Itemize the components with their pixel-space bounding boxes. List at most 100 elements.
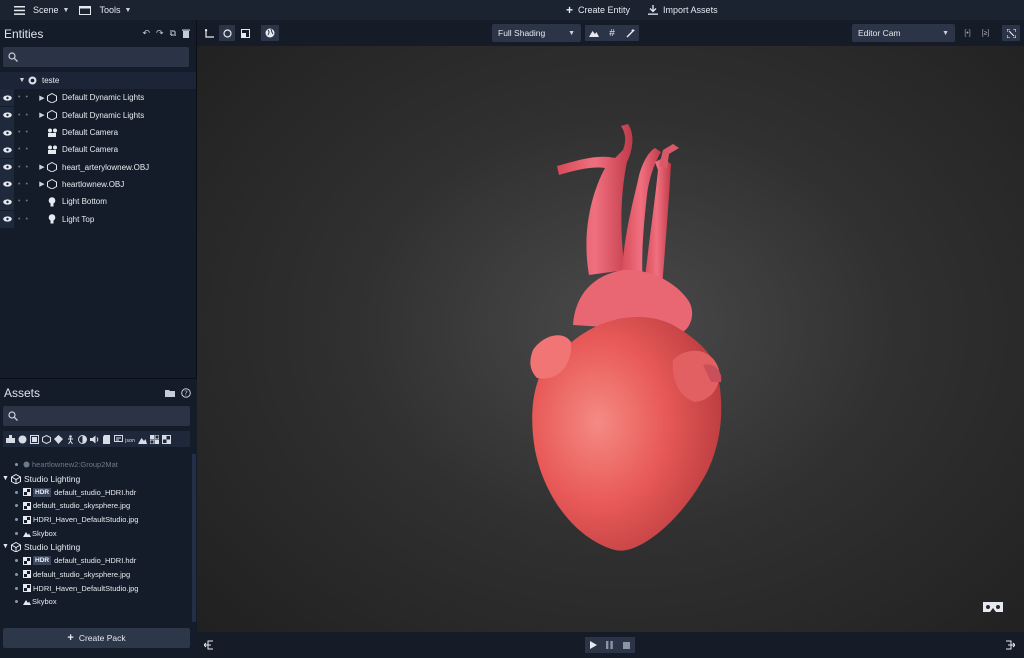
camera-dropdown[interactable]: Editor Cam ▼ <box>852 24 955 42</box>
asset-row[interactable]: HDRI_Haven_DefaultStudio.jpg <box>0 513 192 527</box>
asset-row[interactable]: default_studio_skysphere.jpg <box>0 568 192 582</box>
tree-item[interactable]: •• Light Top <box>0 210 196 228</box>
cubemap-filter-icon[interactable] <box>149 434 159 444</box>
tree-item[interactable]: •• ▶ Default Dynamic Lights <box>0 106 196 124</box>
texture-icon <box>23 584 31 593</box>
frame-all-button[interactable]: [≥] <box>977 25 994 41</box>
translate-tool-button[interactable] <box>201 25 217 41</box>
caret-down-icon[interactable]: ▼ <box>18 77 26 84</box>
stop-icon[interactable] <box>623 641 631 649</box>
frame-selected-button[interactable]: [•] <box>959 25 976 41</box>
tree-indent-guide: •• <box>18 146 33 154</box>
mesh-filter-icon[interactable] <box>41 434 51 444</box>
asset-row[interactable]: Skybox <box>0 526 192 540</box>
fullscreen-button[interactable] <box>1002 25 1020 41</box>
material-filter-icon[interactable] <box>17 434 27 444</box>
gizmo-toggle-button[interactable] <box>621 25 639 41</box>
caret-right-icon[interactable]: ▶ <box>38 180 46 188</box>
asset-row-material[interactable]: heartlownew2:Group2Mat <box>0 458 192 472</box>
scale-tool-button[interactable] <box>237 25 253 41</box>
svg-text:json: json <box>125 438 135 444</box>
create-pack-button[interactable]: + Create Pack <box>3 628 190 648</box>
frame-selected-icon: [•] <box>964 29 971 37</box>
visibility-eye-icon[interactable] <box>0 175 14 193</box>
visibility-eye-icon[interactable] <box>0 158 14 176</box>
visibility-eye-icon[interactable] <box>0 106 14 124</box>
tree-item[interactable]: •• Default Camera <box>0 124 196 142</box>
hdr-badge: HDR <box>33 487 52 497</box>
asset-label: default_studio_HDRI.hdr <box>54 487 137 497</box>
exit-right-icon[interactable] <box>1005 640 1015 650</box>
script-filter-icon[interactable] <box>101 434 111 444</box>
create-pack-label: Create Pack <box>78 633 126 643</box>
tools-menu[interactable]: Tools ▼ <box>75 0 135 20</box>
shader-filter-icon[interactable] <box>77 434 87 444</box>
caret-right-icon[interactable]: ▶ <box>38 111 46 119</box>
grid-toggle-button[interactable]: # <box>603 25 621 41</box>
audio-filter-icon[interactable] <box>89 434 99 444</box>
help-icon[interactable]: ? <box>181 387 191 398</box>
skeleton-filter-icon[interactable] <box>65 434 75 444</box>
duplicate-icon[interactable]: ⧉ <box>170 28 176 39</box>
exit-left-icon[interactable] <box>204 640 214 650</box>
caret-down-icon[interactable]: ▼ <box>0 475 11 482</box>
caret-right-icon[interactable]: ▶ <box>38 163 46 171</box>
visibility-eye-icon[interactable] <box>0 124 14 142</box>
folder-icon[interactable] <box>165 389 175 397</box>
pause-icon[interactable] <box>606 641 614 649</box>
caret-down-icon: ▼ <box>568 29 575 37</box>
mountain-icon <box>589 29 599 37</box>
3d-viewport[interactable]: Full Shading ▼ # Editor Cam ▼ [•] [≥] <box>197 20 1024 658</box>
redo-icon[interactable]: ↷ <box>156 28 164 39</box>
assets-search-input[interactable] <box>3 406 190 426</box>
tree-item[interactable]: •• Default Camera <box>0 141 196 159</box>
scene-icon <box>26 76 38 85</box>
asset-row[interactable]: default_studio_skysphere.jpg <box>0 499 192 513</box>
image-filter-icon[interactable] <box>137 434 147 444</box>
scene-menu[interactable]: Scene ▼ <box>10 0 73 20</box>
tree-item[interactable]: •• Light Bottom <box>0 193 196 211</box>
caret-right-icon[interactable]: ▶ <box>38 94 46 102</box>
import-assets-button[interactable]: Import Assets <box>648 5 718 15</box>
viewport-toolbar: Full Shading ▼ # Editor Cam ▼ [•] [≥] <box>197 20 1024 46</box>
rotate-tool-button[interactable] <box>219 25 235 41</box>
entity-filter-icon[interactable] <box>5 434 15 444</box>
assets-panel: Assets ? json heartlownew2:Group2Mat ▼ Stu… <box>0 378 197 658</box>
vr-headset-icon[interactable] <box>982 600 1004 614</box>
checker-filter-icon[interactable] <box>161 434 171 444</box>
tree-root-item[interactable]: ▼ teste <box>0 72 196 90</box>
hamburger-icon <box>14 5 25 15</box>
animation-filter-icon[interactable] <box>53 434 63 444</box>
play-icon[interactable] <box>589 641 597 649</box>
shading-mode-dropdown[interactable]: Full Shading ▼ <box>492 24 581 42</box>
caret-down-icon[interactable]: ▼ <box>0 543 11 550</box>
text-filter-icon[interactable] <box>113 434 123 444</box>
asset-label: HDRI_Haven_DefaultStudio.jpg <box>33 583 139 593</box>
asset-row[interactable]: Skybox <box>0 595 192 609</box>
tree-item[interactable]: •• ▶ Default Dynamic Lights <box>0 89 196 107</box>
tree-item[interactable]: •• ▶ heartlownew.OBJ <box>0 175 196 193</box>
asset-row[interactable]: HDRI_Haven_DefaultStudio.jpg <box>0 581 192 595</box>
environment-toggle-button[interactable] <box>585 25 603 41</box>
entities-search-input[interactable] <box>3 47 189 67</box>
world-space-button[interactable] <box>261 25 279 41</box>
bullet <box>15 463 18 467</box>
visibility-eye-icon[interactable] <box>0 193 14 211</box>
viewport-bottom-bar <box>197 632 1024 658</box>
asset-row[interactable]: HDR default_studio_HDRI.hdr <box>0 554 192 568</box>
assets-title: Assets <box>4 385 41 400</box>
asset-list-scrollbar[interactable] <box>192 454 196 622</box>
visibility-eye-icon[interactable] <box>0 210 14 228</box>
asset-group-header[interactable]: ▼ Studio Lighting <box>0 472 192 486</box>
asset-row[interactable]: HDR default_studio_HDRI.hdr <box>0 485 192 499</box>
texture-filter-icon[interactable] <box>29 434 39 444</box>
json-filter-icon[interactable]: json <box>125 434 135 444</box>
visibility-eye-icon[interactable] <box>0 141 14 159</box>
asset-group-header[interactable]: ▼ Studio Lighting <box>0 540 192 554</box>
create-entity-button[interactable]: + Create Entity <box>566 3 630 17</box>
visibility-eye-icon[interactable] <box>0 89 14 107</box>
heart-3d-model[interactable] <box>523 120 733 552</box>
undo-icon[interactable]: ↶ <box>142 28 150 39</box>
trash-icon[interactable] <box>182 29 190 38</box>
tree-item[interactable]: •• ▶ heart_arterylownew.OBJ <box>0 158 196 176</box>
